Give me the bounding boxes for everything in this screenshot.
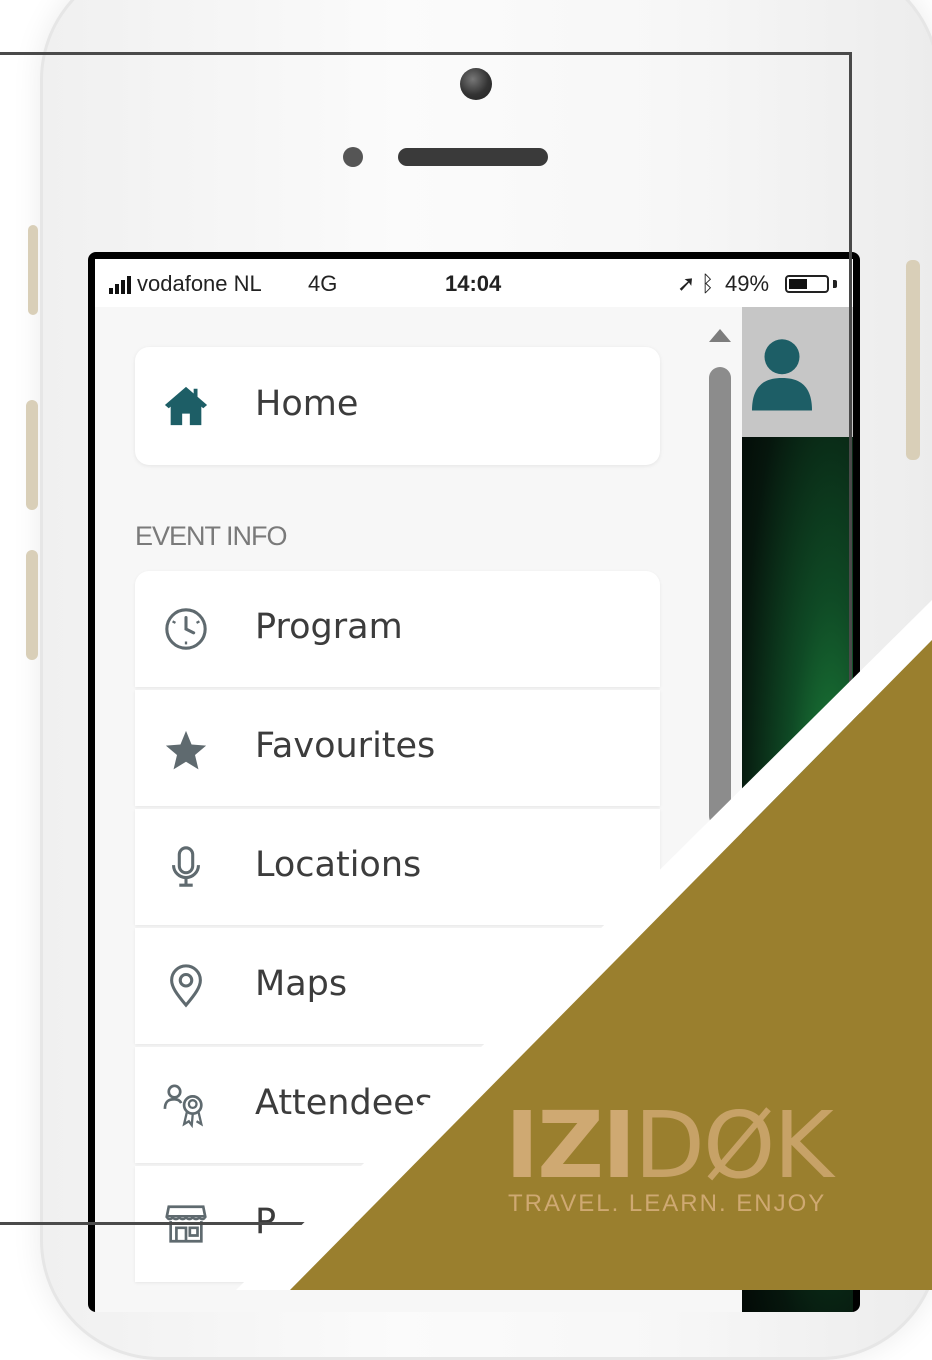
brand-logo-bold: IZI (505, 1092, 636, 1199)
brand-logo-light: DØK (634, 1092, 834, 1199)
brand-logo: IZIDØK (505, 1092, 834, 1199)
brand-tagline: TRAVEL. LEARN. ENJOY (508, 1190, 827, 1217)
